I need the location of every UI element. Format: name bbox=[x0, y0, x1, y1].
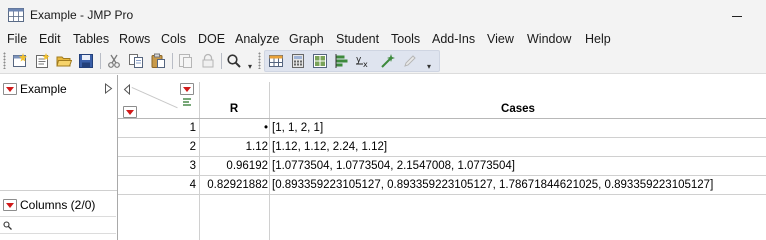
pencil-icon[interactable] bbox=[400, 51, 420, 71]
cut-icon[interactable] bbox=[104, 51, 124, 71]
expand-triangle-icon[interactable] bbox=[123, 84, 131, 95]
menu-cols[interactable]: Cols bbox=[161, 32, 186, 46]
corner-diagonal bbox=[131, 87, 178, 109]
row-number[interactable]: 1 bbox=[118, 122, 196, 134]
cell-cases[interactable]: [1.0773504, 1.0773504, 2.1547008, 1.0773… bbox=[272, 160, 515, 172]
formula-icon[interactable]: yx bbox=[354, 51, 374, 71]
menu-bar: File Edit Tables Rows Cols DOE Analyze G… bbox=[0, 30, 766, 48]
rows-menu-icon[interactable] bbox=[182, 97, 192, 107]
calculator-icon[interactable] bbox=[288, 51, 308, 71]
cell-r[interactable]: 0.82921882 bbox=[200, 179, 268, 191]
paste-icon[interactable] bbox=[148, 51, 168, 71]
menu-graph[interactable]: Graph bbox=[289, 32, 324, 46]
table-panel-header[interactable]: Example bbox=[0, 80, 117, 98]
search-icon[interactable] bbox=[224, 51, 244, 71]
toolbar-separator bbox=[100, 53, 101, 69]
toolbar-separator bbox=[172, 53, 173, 69]
layout-icon[interactable] bbox=[310, 51, 330, 71]
toolbar-overflow-icon[interactable]: ▾ bbox=[427, 62, 431, 71]
cell-cases[interactable]: [1, 1, 2, 1] bbox=[272, 122, 323, 134]
rows-red-triangle-icon[interactable] bbox=[123, 106, 137, 118]
row-number[interactable]: 2 bbox=[118, 141, 196, 153]
lock-icon[interactable] bbox=[198, 51, 218, 71]
cell-r[interactable]: • bbox=[200, 122, 268, 134]
menu-edit[interactable]: Edit bbox=[39, 32, 61, 46]
jmp-app-icon bbox=[8, 8, 24, 22]
search-icon bbox=[3, 221, 12, 230]
svg-text:x: x bbox=[363, 60, 368, 69]
cell-r[interactable]: 0.96192 bbox=[200, 160, 268, 172]
search-dropdown-icon[interactable]: ▾ bbox=[248, 62, 252, 71]
table-red-triangle-icon[interactable] bbox=[3, 83, 17, 95]
grid-line bbox=[269, 82, 270, 240]
columns-header-red-triangle-icon[interactable] bbox=[180, 83, 194, 95]
save-icon[interactable] bbox=[76, 51, 96, 71]
grid-line bbox=[118, 137, 766, 138]
columns-red-triangle-icon[interactable] bbox=[3, 199, 17, 211]
columns-panel-label: Columns (2/0) bbox=[20, 198, 96, 212]
column-header-cases[interactable]: Cases bbox=[270, 103, 766, 115]
title-bar: Example - JMP Pro bbox=[0, 0, 766, 30]
menu-view[interactable]: View bbox=[487, 32, 514, 46]
data-table-icon[interactable] bbox=[266, 51, 286, 71]
menu-analyze[interactable]: Analyze bbox=[235, 32, 279, 46]
column-header-r[interactable]: R bbox=[200, 103, 268, 115]
wand-icon[interactable] bbox=[378, 51, 398, 71]
cell-cases[interactable]: [0.893359223105127, 0.893359223105127, 1… bbox=[272, 179, 713, 191]
new-script-icon[interactable] bbox=[32, 51, 52, 71]
menu-rows[interactable]: Rows bbox=[119, 32, 150, 46]
toolbar-grip[interactable] bbox=[3, 52, 6, 69]
grid-line bbox=[118, 175, 766, 176]
window-title: Example - JMP Pro bbox=[30, 8, 134, 22]
row-number[interactable]: 3 bbox=[118, 160, 196, 172]
cell-cases[interactable]: [1.12, 1.12, 2.24, 1.12] bbox=[272, 141, 387, 153]
toolbar-grip[interactable] bbox=[258, 52, 261, 69]
new-data-table-icon[interactable] bbox=[10, 51, 30, 71]
open-folder-icon[interactable] bbox=[54, 51, 74, 71]
row-number[interactable]: 4 bbox=[118, 179, 196, 191]
table-panel-label: Example bbox=[20, 82, 67, 96]
bar-chart-icon[interactable] bbox=[332, 51, 352, 71]
menu-student[interactable]: Student bbox=[336, 32, 379, 46]
menu-add-ins[interactable]: Add-Ins bbox=[432, 32, 475, 46]
data-grid: R Cases 1 • [1, 1, 2, 1] 2 1.12 [1.12, 1… bbox=[118, 82, 766, 240]
panel-separator bbox=[0, 190, 117, 191]
menu-tables[interactable]: Tables bbox=[73, 32, 109, 46]
menu-tools[interactable]: Tools bbox=[391, 32, 420, 46]
toolbar-separator bbox=[221, 53, 222, 69]
menu-file[interactable]: File bbox=[7, 32, 27, 46]
columns-panel-header[interactable]: Columns (2/0) bbox=[0, 196, 117, 214]
grid-line bbox=[118, 156, 766, 157]
toolbar: ▾ yx ▾ bbox=[0, 48, 766, 74]
collapse-triangle-icon[interactable] bbox=[104, 83, 113, 94]
cell-r[interactable]: 1.12 bbox=[200, 141, 268, 153]
grid-line bbox=[118, 194, 766, 195]
copy-icon[interactable] bbox=[126, 51, 146, 71]
menu-window[interactable]: Window bbox=[527, 32, 571, 46]
copy-disabled-icon[interactable] bbox=[176, 51, 196, 71]
menu-help[interactable]: Help bbox=[585, 32, 611, 46]
header-divider bbox=[118, 118, 766, 119]
menu-doe[interactable]: DOE bbox=[198, 32, 225, 46]
columns-search-field[interactable] bbox=[0, 216, 116, 234]
minimize-button[interactable] bbox=[724, 9, 752, 23]
